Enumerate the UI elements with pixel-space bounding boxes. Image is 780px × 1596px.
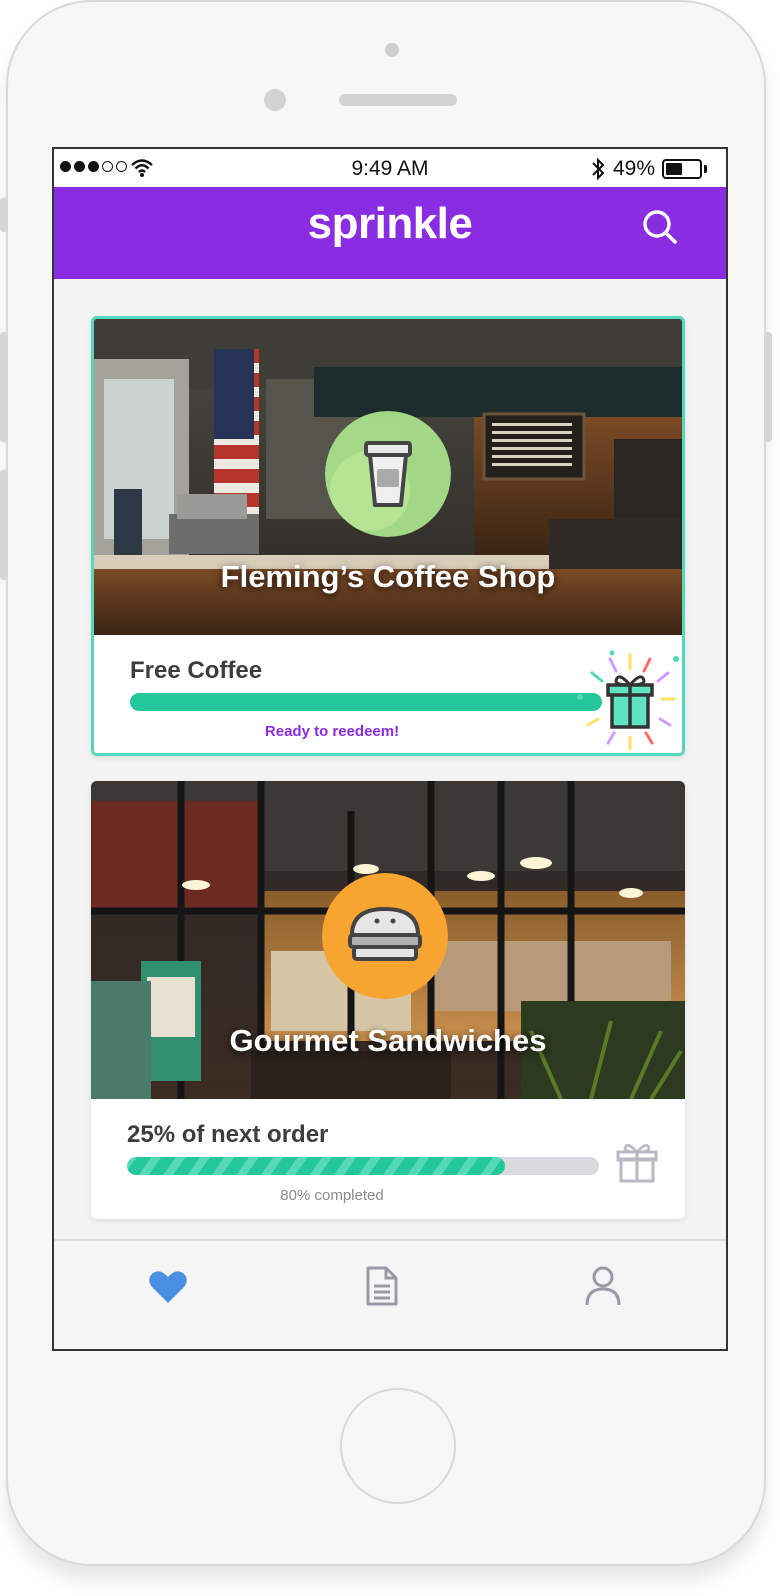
power-button (764, 332, 772, 442)
progress-status: 80% completed (280, 1187, 384, 1204)
home-button[interactable] (340, 1388, 456, 1504)
heart-icon[interactable] (148, 1269, 188, 1305)
front-camera (385, 43, 399, 57)
app-screen: 9:49 AM 49% sprinkle Fleming’s Coffee Sh… (52, 147, 728, 1351)
gift-icon[interactable] (615, 1141, 659, 1185)
proximity-sensor (264, 89, 286, 111)
reward-progress-bar (130, 693, 602, 711)
bluetooth-icon (592, 157, 605, 181)
battery-tip (704, 165, 707, 173)
document-icon[interactable] (364, 1265, 400, 1307)
mute-switch (0, 198, 8, 232)
coffee-badge (325, 411, 451, 537)
earpiece-speaker (339, 94, 457, 106)
brand-logo: sprinkle (307, 199, 473, 248)
reward-title: Free Coffee (130, 657, 263, 684)
volume-up-button (0, 332, 8, 442)
app-header: sprinkle (54, 187, 726, 279)
battery-level (666, 163, 682, 175)
redeem-status[interactable]: Ready to reedeem! (94, 723, 626, 740)
user-icon[interactable] (584, 1265, 622, 1307)
gift-icon[interactable] (572, 649, 682, 753)
coffee-cup-icon (364, 441, 412, 507)
reward-progress-fill (127, 1157, 505, 1175)
reward-title: 25% of next order (127, 1121, 329, 1148)
bottom-tab-bar (54, 1239, 726, 1349)
reward-card-coffee[interactable]: Fleming’s Coffee Shop Free Coffee Ready … (91, 316, 685, 756)
sandwich-icon (348, 907, 422, 961)
shop-name: Fleming’s Coffee Shop (220, 559, 556, 594)
reward-card-sandwiches[interactable]: Gourmet Sandwiches 25% of next order 80%… (91, 781, 685, 1219)
volume-down-button (0, 470, 8, 580)
status-bar: 9:49 AM 49% (54, 149, 726, 187)
sandwich-badge (322, 873, 448, 999)
battery-icon (662, 159, 702, 179)
shop-name: Gourmet Sandwiches (229, 1023, 547, 1058)
reward-progress-bar (127, 1157, 599, 1175)
reward-progress-fill (130, 693, 602, 711)
battery-percent: 49% (613, 157, 656, 180)
search-icon[interactable] (640, 207, 680, 247)
